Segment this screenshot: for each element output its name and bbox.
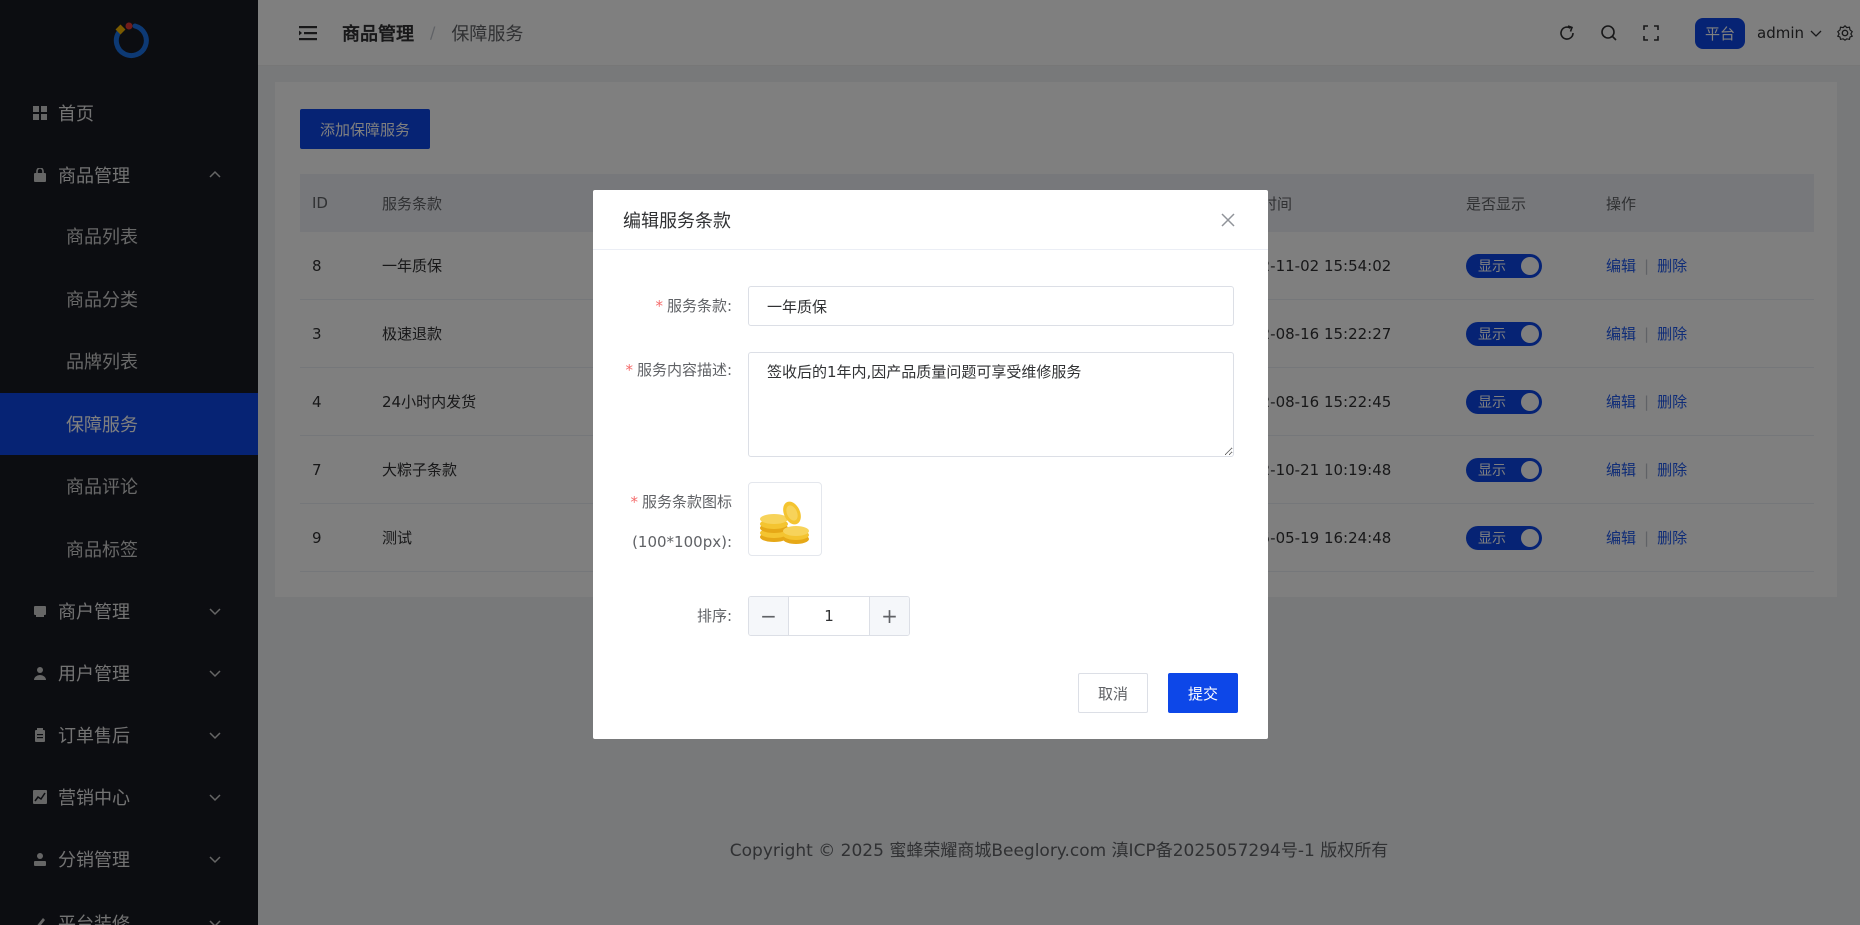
decrement-button[interactable]: − bbox=[749, 597, 789, 635]
form-row-name: * 服务条款: bbox=[593, 286, 1234, 326]
label-text-sub: (100*100px): bbox=[632, 533, 732, 551]
label-text: 服务条款: bbox=[666, 297, 732, 315]
field-label: * 服务条款: bbox=[593, 286, 748, 326]
increment-button[interactable]: + bbox=[869, 597, 909, 635]
label-text: 服务条款图标 bbox=[641, 493, 732, 511]
dialog-title: 编辑服务条款 bbox=[623, 210, 731, 232]
required-mark: * bbox=[630, 493, 638, 511]
sort-stepper: − 1 + bbox=[748, 596, 910, 636]
close-icon[interactable] bbox=[1220, 212, 1236, 228]
dialog-footer: 取消 提交 bbox=[1078, 673, 1238, 713]
edit-service-dialog: 编辑服务条款 *服务条款: *服务内容描述: 签收后的1年内,因产品质量问题可享… bbox=[593, 190, 1268, 739]
dialog-header: 编辑服务条款 bbox=[593, 190, 1268, 250]
service-desc-textarea[interactable]: 签收后的1年内,因产品质量问题可享受维修服务 bbox=[748, 352, 1234, 457]
required-mark: * bbox=[625, 361, 633, 379]
sort-value-input[interactable]: 1 bbox=[789, 597, 869, 635]
cancel-button[interactable]: 取消 bbox=[1078, 673, 1148, 713]
field-label: * 服务条款图标 (100*100px): bbox=[593, 482, 748, 562]
label-text: 服务内容描述: bbox=[636, 361, 732, 379]
form-row-desc: * 服务内容描述: 签收后的1年内,因产品质量问题可享受维修服务 bbox=[593, 352, 1234, 457]
required-mark: * bbox=[655, 297, 663, 315]
field-label: * 服务内容描述: bbox=[593, 352, 748, 457]
form-row-icon: * 服务条款图标 (100*100px): bbox=[593, 482, 822, 562]
service-name-input[interactable] bbox=[748, 286, 1234, 326]
submit-button[interactable]: 提交 bbox=[1168, 673, 1238, 713]
form-row-sort: 排序: − 1 + bbox=[593, 596, 910, 636]
icon-upload[interactable] bbox=[748, 482, 822, 556]
field-label: 排序: bbox=[696, 607, 732, 625]
gold-coins-icon bbox=[760, 501, 809, 544]
